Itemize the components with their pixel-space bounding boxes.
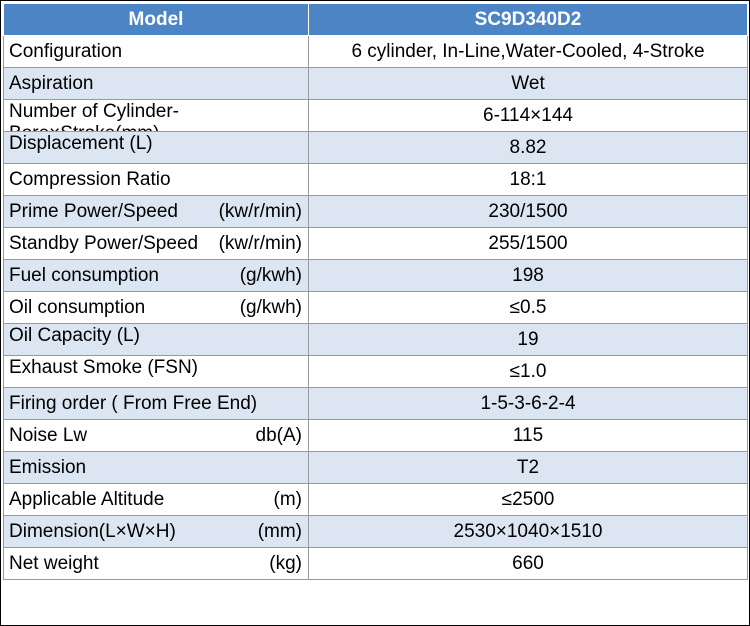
param-cell: Prime Power/Speed (kw/r/min) xyxy=(3,195,309,228)
param-cell: Firing order ( From Free End) xyxy=(3,387,309,420)
value-cell: ≤2500 xyxy=(308,483,748,516)
value-cell: 1-5-3-6-2-4 xyxy=(308,387,748,420)
param-cell: Oil Capacity (L) xyxy=(3,323,309,356)
table-row: Fuel consumption (g/kwh) 198 xyxy=(3,259,748,292)
param-cell: Applicable Altitude (m) xyxy=(3,483,309,516)
param-cell: Dimension(L×W×H) (mm) xyxy=(3,515,309,548)
table-row: Configuration 6 cylinder, In-Line,Water-… xyxy=(3,35,748,68)
param-unit: db(A) xyxy=(255,425,302,446)
param-label: Oil consumption xyxy=(9,297,146,318)
param-unit: (kg) xyxy=(269,553,302,574)
value-cell: 660 xyxy=(308,547,748,580)
table-row: Net weight (kg) 660 xyxy=(3,547,748,580)
param-cell: Net weight (kg) xyxy=(3,547,309,580)
table-row: Exhaust Smoke (FSN) ≤1.0 xyxy=(3,355,748,388)
param-cell: Number of Cylinder-Bore×Stroke(mm) xyxy=(3,99,309,132)
table-row: Oil consumption (g/kwh) ≤0.5 xyxy=(3,291,748,324)
param-label: Noise Lw xyxy=(9,425,88,446)
param-cell: Exhaust Smoke (FSN) xyxy=(3,355,309,388)
param-label: Dimension(L×W×H) xyxy=(9,521,176,542)
table-row: Aspiration Wet xyxy=(3,67,748,100)
param-label: Applicable Altitude xyxy=(9,489,165,510)
param-label: Compression Ratio xyxy=(9,169,171,190)
param-label: Exhaust Smoke (FSN) xyxy=(9,357,198,378)
param-unit: (g/kwh) xyxy=(239,297,302,318)
table-row: Firing order ( From Free End) 1-5-3-6-2-… xyxy=(3,387,748,420)
table-row: Compression Ratio 18:1 xyxy=(3,163,748,196)
value-cell: 19 xyxy=(308,323,748,356)
param-label: Emission xyxy=(9,457,87,478)
value-cell: 198 xyxy=(308,259,748,292)
header-model-code: SC9D340D2 xyxy=(308,3,748,36)
table-row: Displacement (L) 8.82 xyxy=(3,131,748,164)
param-label: Configuration xyxy=(9,41,123,62)
param-cell: Compression Ratio xyxy=(3,163,309,196)
param-unit: (mm) xyxy=(257,521,302,542)
value-cell: Wet xyxy=(308,67,748,100)
value-cell: ≤0.5 xyxy=(308,291,748,324)
param-cell: Noise Lw db(A) xyxy=(3,419,309,452)
header-model: Model xyxy=(3,3,309,36)
value-cell: 255/1500 xyxy=(308,227,748,260)
value-cell: T2 xyxy=(308,451,748,484)
param-label: Standby Power/Speed xyxy=(9,233,199,254)
param-label: Oil Capacity (L) xyxy=(9,325,140,346)
param-label: Displacement (L) xyxy=(9,133,153,154)
param-cell: Configuration xyxy=(3,35,309,68)
table-row: Prime Power/Speed (kw/r/min) 230/1500 xyxy=(3,195,748,228)
param-label: Prime Power/Speed xyxy=(9,201,178,222)
param-label: Net weight xyxy=(9,553,99,574)
table-row: Standby Power/Speed (kw/r/min) 255/1500 xyxy=(3,227,748,260)
param-cell: Standby Power/Speed (kw/r/min) xyxy=(3,227,309,260)
value-cell: ≤1.0 xyxy=(308,355,748,388)
param-label: Firing order ( From Free End) xyxy=(9,393,258,414)
value-cell: 2530×1040×1510 xyxy=(308,515,748,548)
param-unit: (kw/r/min) xyxy=(218,201,302,222)
param-unit: (m) xyxy=(273,489,302,510)
table-row: Emission T2 xyxy=(3,451,748,484)
value-cell: 115 xyxy=(308,419,748,452)
value-cell: 18:1 xyxy=(308,163,748,196)
param-cell: Oil consumption (g/kwh) xyxy=(3,291,309,324)
param-cell: Emission xyxy=(3,451,309,484)
header-row: Model SC9D340D2 xyxy=(3,3,748,36)
table-row: Applicable Altitude (m) ≤2500 xyxy=(3,483,748,516)
value-cell: 230/1500 xyxy=(308,195,748,228)
table-row: Number of Cylinder-Bore×Stroke(mm) 6-114… xyxy=(3,99,748,132)
value-cell: 8.82 xyxy=(308,131,748,164)
table-row: Oil Capacity (L) 19 xyxy=(3,323,748,356)
param-cell: Displacement (L) xyxy=(3,131,309,164)
param-label: Fuel consumption xyxy=(9,265,159,286)
param-label: Aspiration xyxy=(9,73,94,94)
param-cell: Aspiration xyxy=(3,67,309,100)
spec-table: Model SC9D340D2 Configuration 6 cylinder… xyxy=(3,3,748,580)
value-cell: 6-114×144 xyxy=(308,99,748,132)
param-unit: (kw/r/min) xyxy=(218,233,302,254)
spec-table-frame: Model SC9D340D2 Configuration 6 cylinder… xyxy=(0,0,750,626)
table-row: Noise Lw db(A) 115 xyxy=(3,419,748,452)
table-row: Dimension(L×W×H) (mm) 2530×1040×1510 xyxy=(3,515,748,548)
param-label: Number of Cylinder-Bore×Stroke(mm) xyxy=(9,101,179,131)
param-cell: Fuel consumption (g/kwh) xyxy=(3,259,309,292)
param-unit: (g/kwh) xyxy=(239,265,302,286)
value-cell: 6 cylinder, In-Line,Water-Cooled, 4-Stro… xyxy=(308,35,748,68)
